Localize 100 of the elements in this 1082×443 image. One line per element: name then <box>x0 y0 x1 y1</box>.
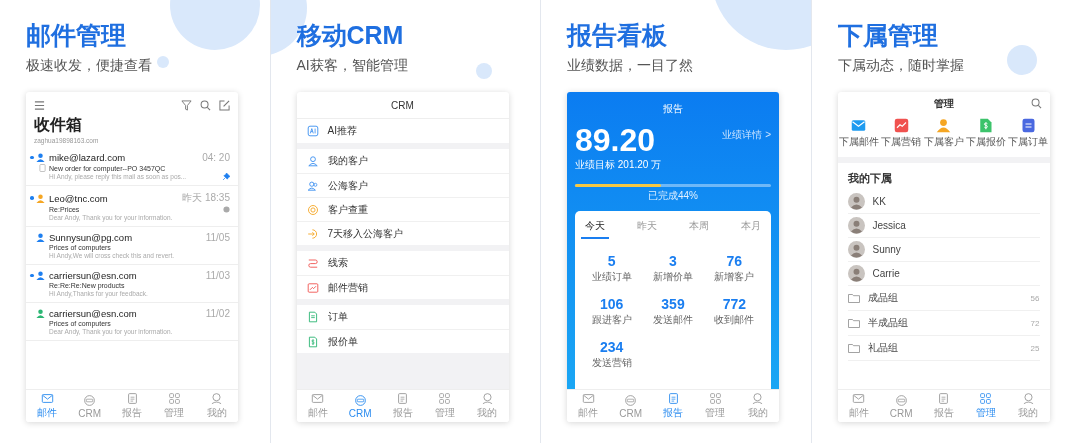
stat-value: 5 <box>607 253 616 269</box>
search-icon[interactable] <box>1030 98 1042 109</box>
screen-title: 报告 <box>663 102 683 116</box>
crm-circle-icon <box>353 393 367 407</box>
dollar-document-icon <box>306 335 319 348</box>
subordinate-item[interactable]: Jessica <box>847 214 1040 238</box>
feature-subtitle: 下属动态，随时掌握 <box>837 56 964 74</box>
menu-item[interactable]: 线索 <box>296 251 509 275</box>
feature-title: 报告看板 <box>567 20 667 50</box>
sender-address: Leo@tnc.com <box>49 192 109 204</box>
group-name[interactable]: 礼品组 <box>867 341 1023 355</box>
decorative-circle <box>475 63 492 79</box>
tab-bar-item[interactable]: 管理 <box>964 390 1008 422</box>
menu-icon[interactable] <box>34 100 45 111</box>
filter-icon[interactable] <box>181 100 192 111</box>
stat-label: 新增客户 <box>714 270 755 284</box>
people-icon <box>306 179 319 192</box>
stat-value: 359 <box>661 296 685 312</box>
group-count: 56 <box>1030 293 1040 303</box>
avatar-icon <box>847 217 865 234</box>
email-time: 11/03 <box>205 270 230 281</box>
compose-icon[interactable] <box>219 100 230 111</box>
feature-subtitle: AI获客，智能管理 <box>296 56 408 74</box>
document-icon <box>666 392 680 405</box>
shortcut-button[interactable]: 下属报价 <box>964 118 1008 149</box>
feature-title: 邮件管理 <box>26 20 126 50</box>
person-icon <box>1021 392 1035 405</box>
grid-icon <box>438 392 452 405</box>
menu-item[interactable]: 公海客户 <box>296 173 509 197</box>
search-icon[interactable] <box>200 100 211 111</box>
folder-icon <box>847 293 860 303</box>
email-time: 11/02 <box>205 308 230 319</box>
stat-label: 发送邮件 <box>653 313 693 327</box>
document-icon <box>396 392 409 405</box>
crm-circle-icon <box>624 393 638 407</box>
envelope-icon <box>311 392 325 405</box>
stat-value: 772 <box>722 296 746 312</box>
envelope-icon <box>40 392 54 405</box>
ai-box-icon <box>306 125 319 137</box>
shortcut-button[interactable]: 下属营销 <box>879 118 923 149</box>
document-icon <box>937 392 950 405</box>
email-time: 昨天 18:35 <box>182 191 230 205</box>
section-title: 我的下属 <box>846 171 893 186</box>
shortcut-button[interactable]: 下属订单 <box>1007 118 1050 149</box>
subordinate-item[interactable]: KK <box>847 190 1040 214</box>
stat-label: 新增价单 <box>653 270 693 284</box>
sender-address: mike@lazard.com <box>49 152 127 163</box>
avatar-icon <box>847 193 865 210</box>
chart-icon <box>306 281 319 294</box>
grid-icon <box>979 392 993 405</box>
menu-item[interactable]: 客户查重 <box>296 197 509 221</box>
route-icon <box>306 257 319 269</box>
document-icon <box>306 311 319 323</box>
shortcut-button[interactable]: 下属邮件 <box>837 118 880 149</box>
screen-title: CRM <box>391 99 414 111</box>
subordinate-item[interactable]: Carrie <box>847 262 1040 286</box>
folder-icon <box>847 343 860 353</box>
person-icon <box>480 392 494 405</box>
period-tab[interactable]: 今天 <box>581 219 609 239</box>
crm-circle-icon <box>83 393 97 407</box>
email-time: 11/05 <box>205 232 230 243</box>
menu-item[interactable]: 我的客户 <box>296 149 509 173</box>
group-name[interactable]: 成品组 <box>867 291 1023 305</box>
menu-item[interactable]: 报价单 <box>296 329 509 353</box>
decorative-circle <box>157 56 169 68</box>
stat-value: 234 <box>600 339 624 355</box>
arrow-in-icon <box>306 227 319 240</box>
feature-title: 移动CRM <box>296 20 404 50</box>
stat-label: 跟进客户 <box>591 313 632 327</box>
decorative-circle <box>1006 45 1037 75</box>
sender-address: carriersun@esn.com <box>49 308 138 319</box>
document-icon <box>125 392 139 405</box>
menu-item[interactable]: 邮件营销 <box>296 275 509 299</box>
progress-label: 已完成44% <box>648 189 698 203</box>
crm-circle-icon <box>894 393 908 407</box>
stat-label: 发送营销 <box>591 356 632 370</box>
feature-subtitle: 极速收发，便捷查看 <box>26 56 152 74</box>
subordinate-item[interactable]: Sunny <box>847 238 1040 262</box>
person-icon <box>210 392 224 405</box>
menu-item[interactable]: AI推荐 <box>296 119 509 143</box>
group-count: 25 <box>1030 343 1040 353</box>
feature-subtitle: 业绩数据，一目了然 <box>567 56 693 74</box>
feature-title: 下属管理 <box>837 20 938 50</box>
email-time: 04: 20 <box>202 152 230 163</box>
menu-item[interactable]: 7天移入公海客户 <box>296 221 509 245</box>
grid-icon <box>167 392 181 405</box>
group-name[interactable]: 半成品组 <box>867 316 1023 330</box>
tab-bar-item[interactable]: 邮件 <box>26 390 69 422</box>
person-icon <box>306 155 319 167</box>
menu-item[interactable]: 订单 <box>296 305 509 329</box>
avatar-icon <box>847 265 865 282</box>
target-text: 业绩目标 201.20 万 <box>575 158 662 172</box>
avatar-icon <box>847 241 865 258</box>
screen-title: 管理 <box>933 97 954 111</box>
stat-value: 106 <box>600 296 624 312</box>
stat-value: 3 <box>669 253 677 269</box>
stat-label: 业绩订单 <box>591 270 632 284</box>
shortcut-button[interactable]: 下属客户 <box>922 118 965 149</box>
tab-bar-item[interactable]: 报告 <box>651 390 695 422</box>
tab-bar-item[interactable]: CRM <box>338 390 382 422</box>
